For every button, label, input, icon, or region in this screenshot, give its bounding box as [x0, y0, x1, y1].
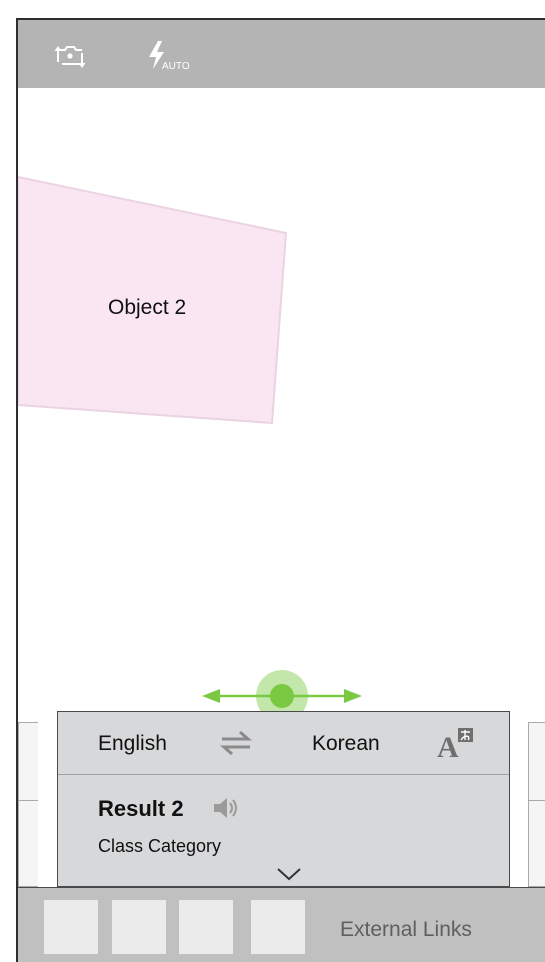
result-title: Result 2 — [98, 796, 184, 821]
side-card-left-top — [18, 722, 38, 802]
language-selector-row: English Korean A — [58, 712, 509, 775]
side-card-right-bottom — [528, 800, 545, 887]
side-card-left-bottom — [18, 800, 38, 887]
thumbnail-1[interactable] — [44, 900, 98, 954]
bottom-bar: External Links — [18, 887, 545, 962]
translation-panel: English Korean A Result 2 Class Category — [57, 711, 510, 887]
chevron-down-icon[interactable] — [276, 865, 302, 883]
thumbnail-3[interactable] — [179, 900, 233, 954]
top-frame-margin — [0, 0, 545, 18]
flash-mode-button[interactable]: AUTO — [142, 38, 194, 74]
speaker-icon[interactable] — [212, 796, 242, 820]
translate-icon[interactable]: A — [436, 726, 476, 760]
thumbnail-2[interactable] — [112, 900, 166, 954]
thumbnail-4[interactable] — [251, 900, 305, 954]
camera-toolbar: AUTO — [18, 18, 545, 88]
result-category: Class Category — [98, 836, 222, 856]
source-language[interactable]: English — [98, 732, 167, 756]
flash-auto-icon: AUTO — [149, 41, 190, 72]
camera-switch-icon — [54, 46, 86, 68]
side-card-right-top — [528, 722, 545, 802]
external-links-link[interactable]: External Links — [340, 918, 472, 942]
camera-switch-button[interactable] — [52, 38, 92, 74]
swap-arrows-icon[interactable] — [218, 728, 254, 758]
target-language[interactable]: Korean — [312, 732, 380, 756]
object-label: Object 2 — [108, 296, 187, 319]
flash-mode-text: AUTO — [162, 61, 190, 72]
svg-text:A: A — [437, 731, 459, 760]
